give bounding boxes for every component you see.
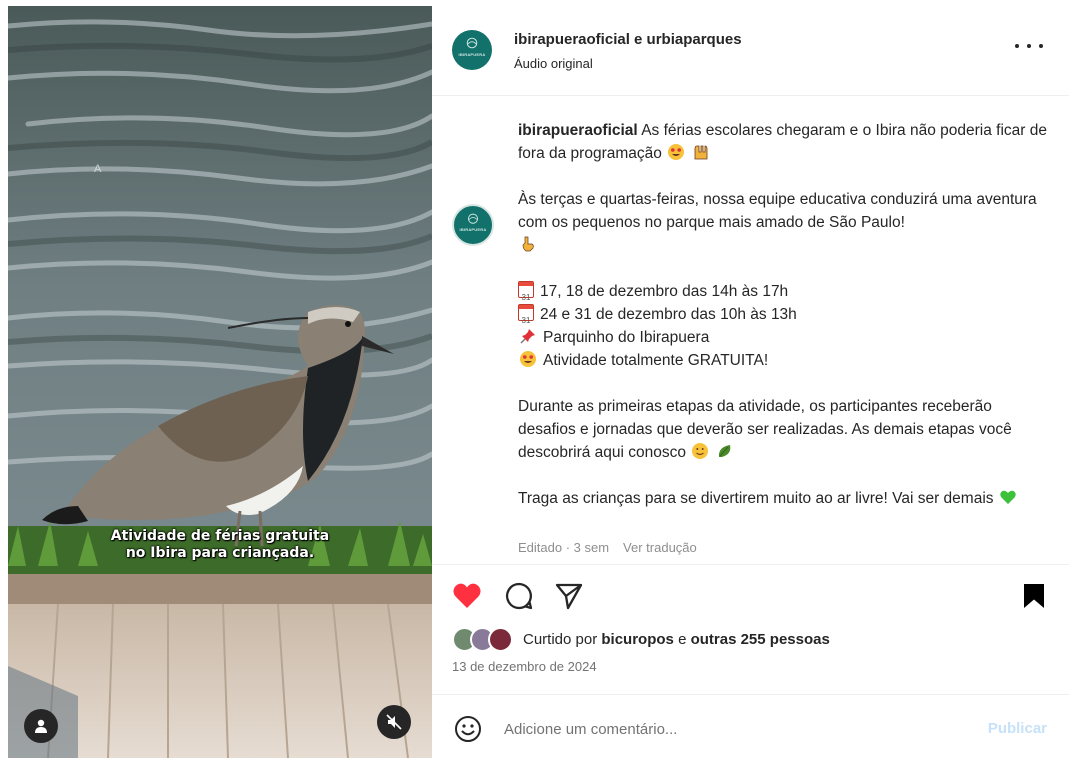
caption-spacer [518, 464, 1048, 487]
caption-paragraph: ibirapueraoficial As férias escolares ch… [518, 119, 1048, 165]
post-panel: IBIRAPUERA ibirapueraoficial e urbiaparq… [432, 6, 1069, 758]
likes-text: Curtido por bicuropos e outras 255 pesso… [523, 631, 830, 648]
caption-line: Às terças e quartas-feiras, nossa equipe… [518, 191, 1037, 231]
pointing-down-emoji-icon [522, 236, 534, 252]
heart-icon[interactable] [452, 581, 482, 611]
share-icon[interactable] [554, 581, 584, 611]
likes-connector: e [678, 631, 687, 648]
hands-emoji-icon [694, 145, 707, 160]
avatar [488, 627, 513, 652]
calendar-icon: 31 [518, 304, 534, 325]
post-header: IBIRAPUERA ibirapueraoficial e urbiaparq… [432, 6, 1069, 96]
emoji-icon[interactable] [454, 715, 482, 743]
post-caption: ibirapueraoficial As férias escolares ch… [518, 119, 1048, 510]
video-caption-line: no Ibira para criançada. [125, 545, 315, 561]
avatar-logo-text: IBIRAPUERA [458, 52, 486, 57]
schedule-text: 17, 18 de dezembro das 14h às 17h [540, 283, 789, 300]
caption-paragraph: Durante as primeiras etapas da atividade… [518, 395, 1048, 464]
more-icon [1015, 44, 1019, 48]
leaf-emoji-icon [718, 445, 730, 457]
avatar[interactable]: IBIRAPUERA [452, 204, 494, 246]
caption-spacer [518, 257, 1048, 280]
reel-video[interactable]: A Atividade de férias gratuita no Ibira … [8, 6, 432, 758]
schedule-text: 24 e 31 de dezembro das 10h às 13h [540, 306, 797, 323]
park-logo-icon [467, 213, 479, 224]
calendar-icon: 31 [518, 281, 534, 302]
more-icon [1027, 44, 1031, 48]
user-icon [35, 719, 47, 733]
schedule-text: Atividade totalmente GRATUITA! [543, 352, 769, 369]
liker-avatars[interactable] [452, 627, 516, 653]
caption-meta: Editado · 3 sem Ver tradução [518, 540, 697, 555]
avatar-logo-text: IBIRAPUERA [459, 226, 487, 232]
bookmark-icon[interactable] [1019, 581, 1049, 611]
caption-line: Traga as crianças para se divertirem mui… [518, 490, 994, 507]
overlay-mark: A [94, 163, 102, 175]
comment-bar: Publicar [432, 694, 1069, 758]
likes-summary: Curtido por bicuropos e outras 255 pesso… [452, 627, 1052, 657]
smile-emoji-icon [692, 443, 709, 459]
publish-button[interactable]: Publicar [988, 720, 1047, 737]
edited-timestamp: Editado · 3 sem [518, 540, 610, 555]
mute-icon [386, 714, 402, 730]
caption-spacer [518, 372, 1048, 395]
post-authors[interactable]: ibirapueraoficial e urbiaparques [514, 31, 742, 48]
video-caption: Atividade de férias gratuita no Ibira pa… [8, 528, 432, 562]
schedule-item: 31 24 e 31 de dezembro das 10h às 13h [518, 303, 1048, 326]
liker-username[interactable]: bicuropos [601, 631, 674, 648]
post-date[interactable]: 13 de dezembro de 2024 [452, 659, 597, 674]
more-icon [1039, 44, 1043, 48]
star-eyes-emoji-icon [520, 351, 536, 367]
comment-input[interactable] [504, 714, 964, 744]
audio-link[interactable]: Áudio original [514, 56, 593, 71]
caption-paragraph: Às terças e quartas-feiras, nossa equipe… [518, 188, 1048, 257]
park-logo-icon [466, 37, 478, 49]
calendar-day: 31 [521, 316, 531, 325]
schedule-item: Atividade totalmente GRATUITA! [518, 349, 1048, 372]
comment-icon[interactable] [504, 581, 534, 611]
star-eyes-emoji-icon [668, 144, 685, 160]
schedule-text: Parquinho do Ibirapuera [543, 329, 710, 346]
mute-button[interactable] [377, 705, 411, 739]
schedule-item: Parquinho do Ibirapuera [518, 326, 1048, 349]
translate-link[interactable]: Ver tradução [623, 540, 697, 555]
green-heart-icon [1000, 490, 1016, 504]
tagged-users-button[interactable] [24, 709, 58, 743]
caption-paragraph: Traga as crianças para se divertirem mui… [518, 487, 1048, 510]
caption-spacer [518, 165, 1048, 188]
action-bar [432, 564, 1069, 620]
caption-line: Durante as primeiras etapas da atividade… [518, 398, 1012, 461]
schedule-item: 31 17, 18 de dezembro das 14h às 17h [518, 280, 1048, 303]
caption-area: IBIRAPUERA ibirapueraoficial As férias e… [432, 97, 1069, 561]
video-caption-line: Atividade de férias gratuita [110, 528, 330, 544]
caption-username[interactable]: ibirapueraoficial [518, 122, 638, 139]
likes-prefix: Curtido por [523, 631, 598, 648]
avatar[interactable]: IBIRAPUERA [452, 30, 492, 70]
likes-count-link[interactable]: outras 255 pessoas [691, 631, 830, 648]
video-frame [8, 6, 432, 758]
more-options-button[interactable] [1015, 36, 1043, 56]
